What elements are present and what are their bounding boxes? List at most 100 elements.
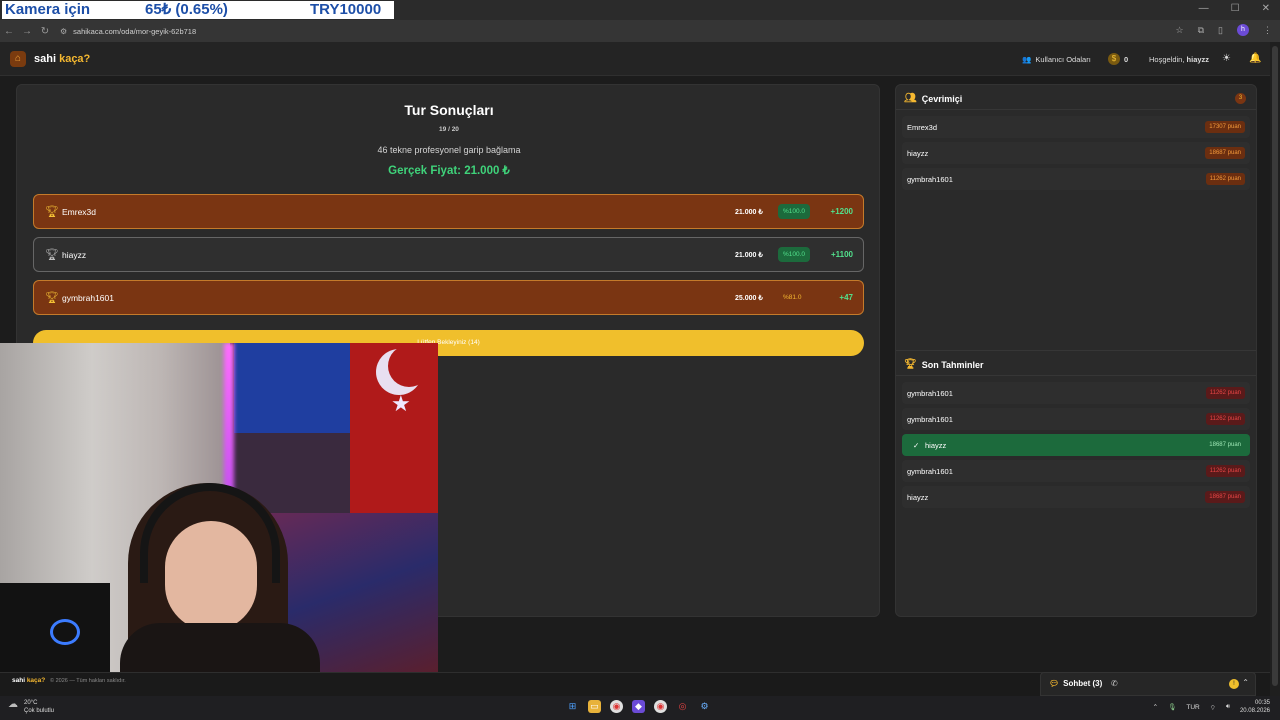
trophy-icon: 🏆︎ (45, 206, 59, 218)
online-user-row: gymbrah1601 11262 puan (902, 168, 1250, 190)
weather-temp: 20°C (24, 700, 38, 706)
result-guess-price: 25.000 ₺ (735, 295, 763, 302)
tray-mic-icon[interactable]: 🎙︎ (1168, 703, 1176, 711)
system-tray: ⌃ 🎙︎ TUR ⌔ 🔊︎ 00:35 20.08.2026 (1153, 699, 1270, 715)
browser-tabstrip: Kamera için 65₺ (0.65%) TRY10000 — ☐ ✕ (0, 0, 1280, 20)
weather-desc: Çok bulutlu (24, 708, 55, 714)
recent-guess-name: hiayzz (925, 441, 947, 450)
window-controls: — ☐ ✕ (1199, 3, 1270, 14)
result-player-name: hiayzz (62, 250, 87, 260)
logo-main-text: sahi (34, 53, 60, 65)
address-bar[interactable]: ⚙ sahikaca.com/oda/mor-geyik-62b718 (60, 23, 1190, 39)
logo-accent-text: kaça? (59, 53, 91, 65)
online-header: 👥︎ Çevrimiçi (904, 93, 962, 104)
scrollbar-thumb[interactable] (1272, 46, 1278, 686)
result-accuracy-badge: %81.0 (783, 294, 802, 301)
reload-icon[interactable]: ↻ (36, 26, 54, 37)
notification-bell-icon[interactable]: 🔔 (1249, 53, 1261, 64)
trophy-icon: 🏆︎ (904, 359, 917, 370)
users-icon: 👥 (1022, 55, 1032, 64)
check-icon: ✓ (913, 441, 920, 450)
windows-start-icon[interactable]: ⊞ (566, 700, 579, 713)
maximize-icon[interactable]: ☐ (1231, 3, 1240, 14)
online-title: Çevrimiçi (921, 93, 963, 104)
round-counter: 19 / 20 (439, 126, 459, 133)
chat-label: 💬︎ Sohbet (3) (1049, 679, 1102, 688)
flag-star-icon: ★ (391, 391, 411, 416)
profile-avatar[interactable]: h (1237, 24, 1249, 36)
chrome-profile-icon[interactable]: ◉ (654, 700, 667, 713)
language-indicator[interactable]: TUR (1186, 704, 1199, 711)
footer-logo[interactable]: sahi kaça? (12, 677, 45, 684)
result-player-name: Emrex3d (62, 207, 97, 217)
recent-guess-points: 11262 puan (1205, 387, 1245, 399)
weather-widget[interactable]: ☁ 20°C Çok bulutlu (8, 699, 54, 715)
recent-guess-name: hiayzz (907, 493, 929, 502)
cloud-icon: ☁ (8, 699, 18, 710)
recent-guess-row: gymbrah1601 11262 puan (902, 408, 1250, 430)
welcome-text: Hoşgeldin, hiayzz (1149, 55, 1209, 64)
round-title: Tur Sonuçları (404, 102, 494, 118)
webcam-blue-flag (234, 343, 354, 433)
home-icon[interactable]: ⌂ (10, 51, 26, 67)
clock[interactable]: 00:35 20.08.2026 (1240, 699, 1270, 715)
users-icon: 👥︎ (904, 93, 917, 104)
section-divider (896, 350, 1256, 351)
tray-chevron-icon[interactable]: ⌃ (1153, 703, 1158, 711)
speaker-icon[interactable]: 🔊︎ (1226, 703, 1230, 711)
close-icon[interactable]: ✕ (1262, 3, 1270, 14)
welcome-prefix: Hoşgeldin, (1149, 55, 1187, 64)
item-name: 46 tekne profesyonel garip bağlama (377, 145, 521, 155)
online-user-name: gymbrah1601 (907, 175, 953, 184)
webcam-overlay: ★ (0, 343, 438, 672)
phone-icon[interactable]: ✆ (1111, 679, 1118, 688)
file-explorer-icon[interactable]: ▭ (588, 700, 601, 713)
chevron-up-icon[interactable]: ⌃ (1242, 678, 1249, 687)
webcam-mic-light (50, 619, 80, 645)
sidepanel-icon[interactable]: ▯ (1218, 25, 1223, 36)
theme-toggle-icon[interactable]: ☀ (1222, 53, 1231, 64)
extensions-icon[interactable]: ⧉ (1198, 25, 1204, 36)
result-accuracy-badge: %100.0 (778, 247, 811, 262)
overlay-left-text: Kamera için (5, 1, 91, 18)
result-player-name: gymbrah1601 (62, 293, 114, 303)
app-icon[interactable]: ◆ (632, 700, 645, 713)
user-rooms-label: Kullanıcı Odaları (1035, 55, 1091, 64)
chat-toggle[interactable]: 💬︎ Sohbet (3) ✆ ! ⌃ (1040, 672, 1256, 696)
site-logo[interactable]: sahi kaça? (34, 53, 90, 65)
chrome-icon[interactable]: ◉ (610, 700, 623, 713)
online-user-name: hiayzz (907, 149, 929, 158)
coin-balance: $ 0 (1108, 53, 1128, 65)
recent-guess-points: 11262 puan (1205, 465, 1245, 477)
recent-guess-row: ✓ hiayzz 18687 puan (902, 434, 1250, 456)
steam-icon[interactable]: ⚙ (698, 700, 711, 713)
user-rooms-link[interactable]: 👥 Kullanıcı Odaları (1022, 55, 1091, 64)
sidebar-panel: 👥︎ Çevrimiçi 3 Emrex3d 17307 puan hiayzz… (895, 84, 1257, 617)
back-icon[interactable]: ← (0, 26, 18, 37)
recorder-icon[interactable]: ◎ (676, 700, 689, 713)
result-guess-price: 21.000 ₺ (735, 252, 763, 259)
page-scrollbar[interactable] (1270, 42, 1280, 696)
recent-guess-name: gymbrah1601 (907, 415, 953, 424)
site-header: ⌂ sahi kaça? 👥 Kullanıcı Odaları $ 0 Hoş… (0, 42, 1270, 76)
bookmark-star-icon[interactable]: ☆ (1176, 25, 1184, 36)
footer-logo-accent: kaça? (26, 677, 46, 684)
recent-guesses-title: Son Tahminler (921, 359, 984, 370)
wifi-icon[interactable]: ⌔ (1210, 703, 1216, 712)
trophy-icon: 🏆︎ (45, 292, 59, 304)
chat-label-text: Sohbet (3) (1063, 679, 1103, 688)
site-info-icon[interactable]: ⚙ (60, 27, 67, 36)
flag-crescent-cutout (388, 345, 430, 387)
recent-guess-points: 18687 puan (1209, 442, 1241, 448)
recent-guess-points: 11262 puan (1205, 413, 1245, 425)
recent-guess-row: gymbrah1601 11262 puan (902, 460, 1250, 482)
recent-guess-name: gymbrah1601 (907, 389, 953, 398)
forward-icon[interactable]: → (18, 26, 36, 37)
minimize-icon[interactable]: — (1199, 3, 1209, 14)
result-guess-price: 21.000 ₺ (735, 209, 763, 216)
menu-icon[interactable]: ⋮ (1263, 25, 1272, 36)
online-user-points: 17307 puan (1205, 121, 1245, 133)
footer-logo-main: sahi (12, 677, 27, 684)
chat-notification-badge: ! (1229, 679, 1239, 689)
online-user-points: 11262 puan (1205, 173, 1245, 185)
